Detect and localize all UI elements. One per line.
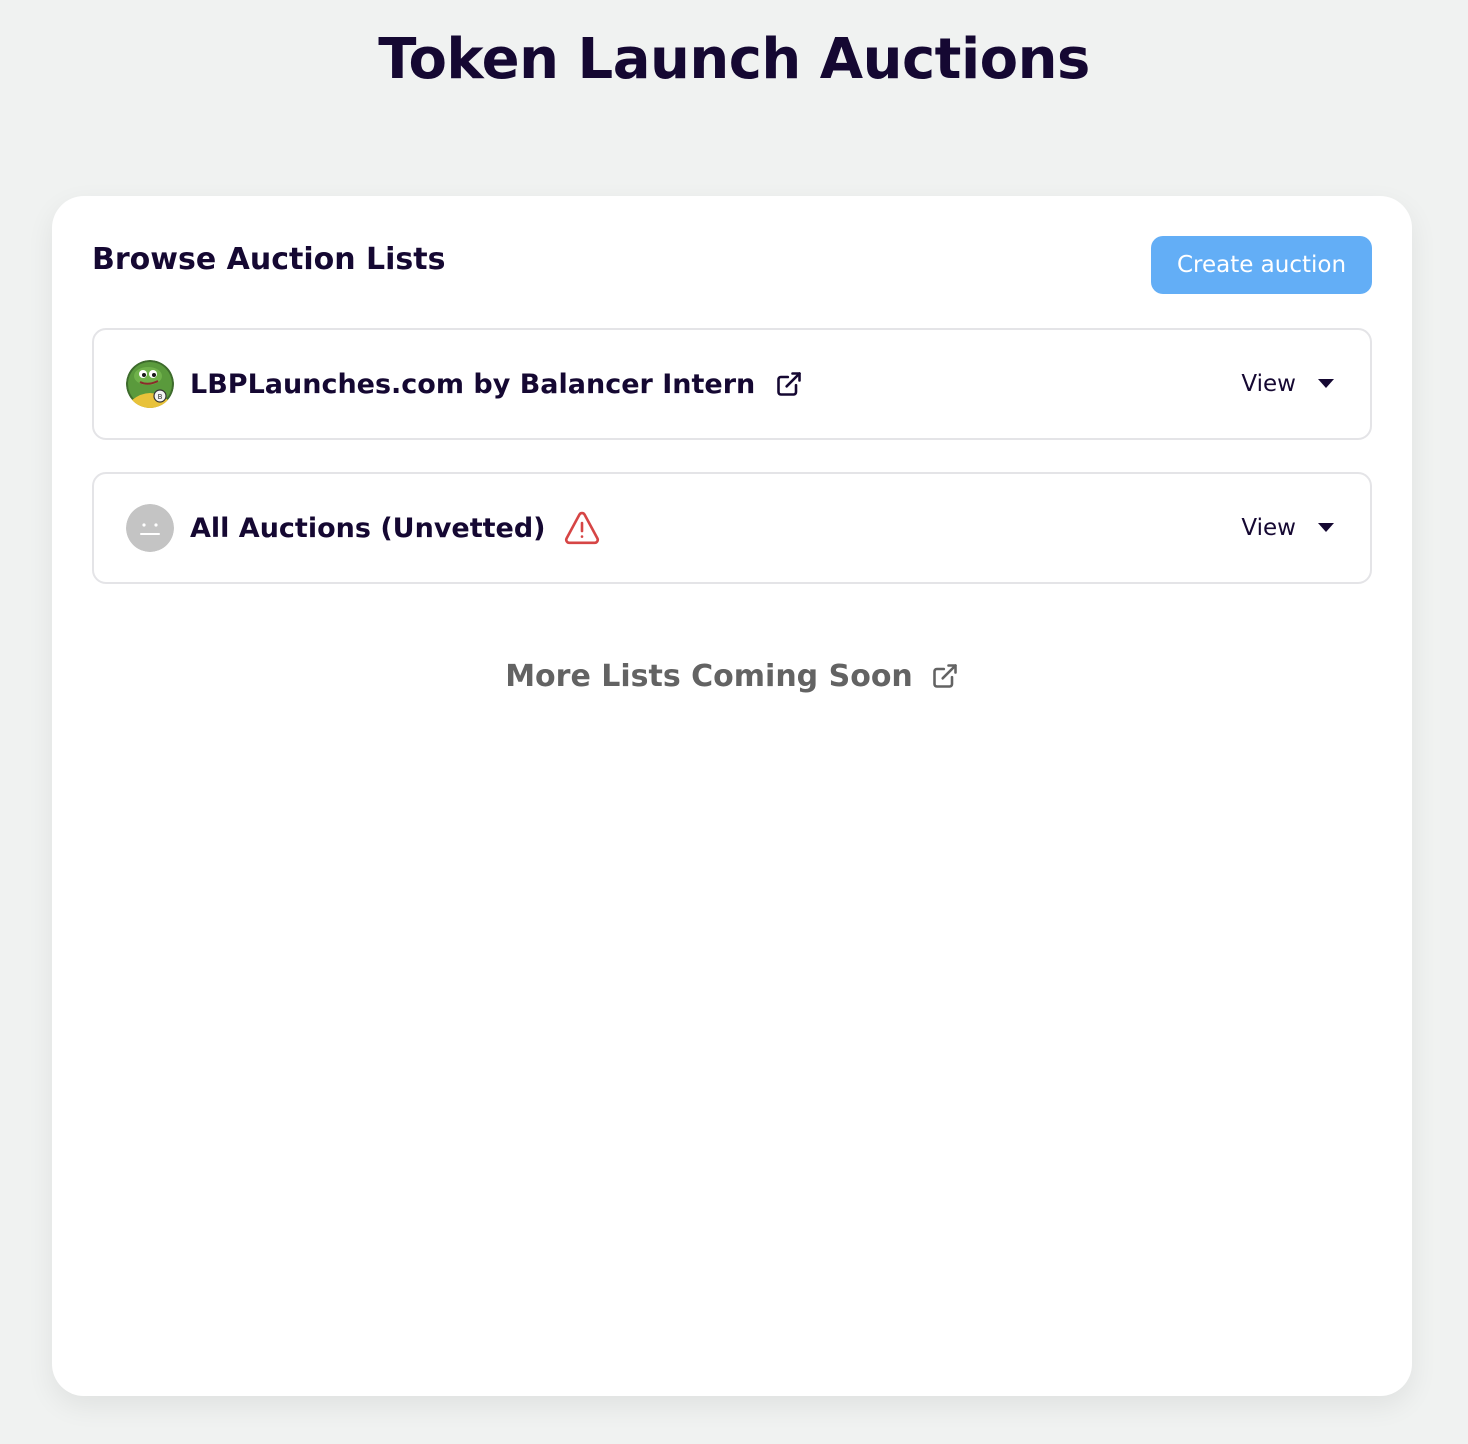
list-item-left: B LBPLaunches.com by Balancer Intern bbox=[126, 330, 803, 438]
list-item-name: All Auctions (Unvetted) bbox=[190, 512, 546, 544]
view-label: View bbox=[1241, 515, 1296, 541]
svg-text:B: B bbox=[158, 393, 163, 401]
frog-avatar: B bbox=[126, 360, 174, 408]
list-item-name: LBPLaunches.com by Balancer Intern bbox=[190, 368, 756, 400]
external-link-icon[interactable] bbox=[931, 662, 959, 690]
view-dropdown-button[interactable]: View bbox=[1241, 364, 1334, 404]
auction-lists-card: Browse Auction Lists Create auction B LB… bbox=[52, 196, 1412, 1396]
list-item-lbplaunches[interactable]: B LBPLaunches.com by Balancer Intern Vie… bbox=[92, 328, 1372, 440]
caret-down-icon bbox=[1318, 523, 1334, 533]
neutral-face-avatar bbox=[126, 504, 174, 552]
list-item-all-auctions[interactable]: All Auctions (Unvetted) View bbox=[92, 472, 1372, 584]
card-header: Browse Auction Lists Create auction bbox=[92, 236, 1372, 294]
caret-down-icon bbox=[1318, 379, 1334, 389]
list-item-left: All Auctions (Unvetted) bbox=[126, 474, 600, 582]
section-title: Browse Auction Lists bbox=[92, 242, 446, 277]
view-label: View bbox=[1241, 371, 1296, 397]
view-dropdown-button[interactable]: View bbox=[1241, 508, 1334, 548]
page-title: Token Launch Auctions bbox=[378, 27, 1090, 92]
more-lists-coming-soon: More Lists Coming Soon bbox=[52, 654, 1412, 698]
create-auction-button[interactable]: Create auction bbox=[1151, 236, 1372, 294]
warning-icon bbox=[564, 511, 600, 545]
external-link-icon[interactable] bbox=[775, 370, 803, 398]
coming-soon-label: More Lists Coming Soon bbox=[505, 658, 913, 694]
